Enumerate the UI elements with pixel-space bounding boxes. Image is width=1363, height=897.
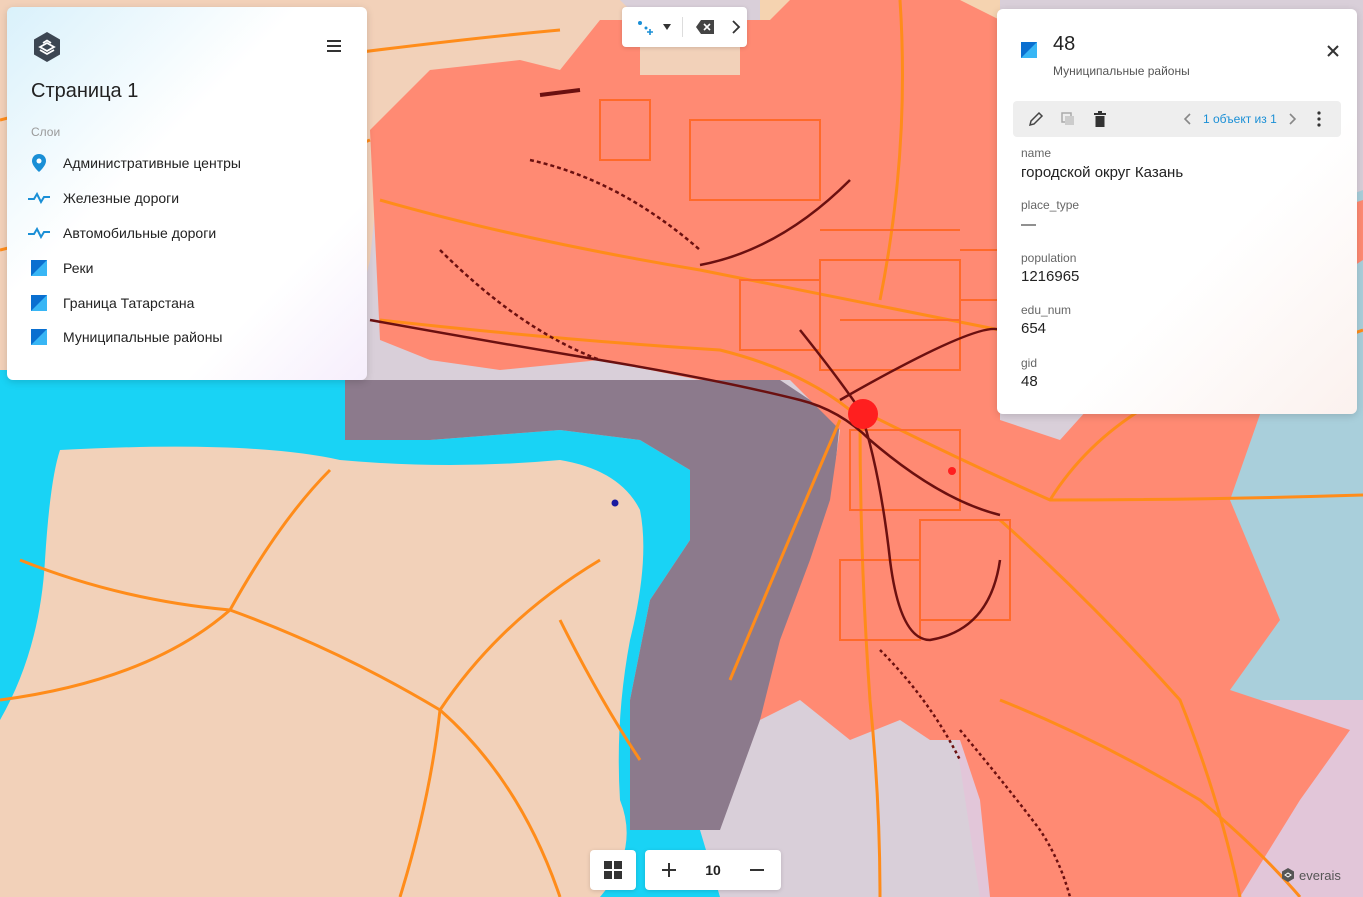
- layers-caption: Слои: [31, 125, 61, 139]
- attribute-value: 654: [1021, 320, 1047, 337]
- attribute-key: gid: [1021, 356, 1038, 370]
- admin-center-small[interactable]: [948, 467, 956, 475]
- zoom-control: 10: [645, 850, 781, 890]
- grid-view-button[interactable]: [590, 850, 636, 890]
- attribute-value: —: [1021, 216, 1036, 233]
- hamburger-icon[interactable]: [325, 35, 345, 57]
- feature-id: 48: [1053, 33, 1076, 55]
- land-region-southwest: [0, 446, 644, 897]
- admin-center-kazan[interactable]: [848, 399, 878, 429]
- layer-item-roads[interactable]: Автомобильные дороги: [25, 218, 355, 248]
- layer-label: Муниципальные районы: [63, 329, 223, 345]
- chevron-right-icon[interactable]: [726, 7, 746, 47]
- brand-name: everais: [1299, 867, 1341, 883]
- polyline-icon: [25, 223, 53, 243]
- pager-text: 1 объект из 1: [1203, 112, 1277, 126]
- polygon-swatch-icon: [25, 327, 53, 347]
- layers-panel: Страница 1 Слои Административные центры …: [7, 7, 367, 380]
- add-point-icon[interactable]: [630, 7, 660, 47]
- attribute-key: name: [1021, 146, 1052, 160]
- polygon-swatch-icon: [25, 293, 53, 313]
- layer-label: Реки: [63, 260, 94, 276]
- chevron-right-icon[interactable]: [1283, 101, 1303, 137]
- polygon-swatch-icon: [25, 258, 53, 278]
- caret-down-icon[interactable]: [658, 7, 676, 47]
- zoom-out-button[interactable]: [735, 850, 779, 890]
- zoom-level: 10: [705, 862, 721, 878]
- zoom-in-button[interactable]: [647, 850, 691, 890]
- attribute-key: place_type: [1021, 198, 1080, 212]
- layers-logo-icon[interactable]: [31, 31, 63, 63]
- attribute-value: 1216965: [1021, 268, 1080, 285]
- attribute-value: городской округ Казань: [1021, 164, 1184, 181]
- attribute-key: edu_num: [1021, 303, 1072, 317]
- layer-item-rivers[interactable]: Реки: [25, 253, 355, 283]
- more-vertical-icon[interactable]: [1309, 101, 1329, 137]
- chevron-left-icon[interactable]: [1177, 101, 1197, 137]
- admin-center-zelenodolsk[interactable]: [611, 499, 619, 507]
- layer-item-municipal-districts[interactable]: Муниципальные районы: [25, 322, 355, 352]
- toolbar-divider: [682, 17, 683, 37]
- plus-icon: [662, 863, 676, 877]
- backspace-icon[interactable]: [690, 7, 720, 47]
- feature-layer-name: Муниципальные районы: [1053, 64, 1190, 78]
- layer-label: Граница Татарстана: [63, 295, 195, 311]
- map-pin-icon: [25, 153, 53, 173]
- page-title: Страница 1: [31, 80, 139, 102]
- trash-icon[interactable]: [1087, 101, 1113, 137]
- attribute-key: population: [1021, 251, 1077, 265]
- edit-pencil-icon[interactable]: [1023, 101, 1049, 137]
- close-icon[interactable]: [1323, 41, 1343, 61]
- feature-info-panel: 48 Муниципальные районы 1 объект из 1 na…: [997, 9, 1357, 414]
- layer-item-tatarstan-border[interactable]: Граница Татарстана: [25, 288, 355, 318]
- feature-actions-toolbar: 1 объект из 1: [1013, 101, 1341, 137]
- draw-toolbar: [622, 7, 747, 47]
- polygon-swatch-icon: [1021, 42, 1037, 58]
- layer-label: Административные центры: [63, 155, 241, 171]
- brand-mark-icon: [1282, 868, 1294, 882]
- polyline-icon: [25, 188, 53, 208]
- layer-item-admin-centers[interactable]: Административные центры: [25, 148, 355, 178]
- layer-item-railways[interactable]: Железные дороги: [25, 183, 355, 213]
- grid-icon: [604, 861, 622, 879]
- layer-label: Автомобильные дороги: [63, 225, 217, 241]
- copy-icon[interactable]: [1055, 101, 1081, 137]
- brand-logo: everais: [1281, 866, 1341, 884]
- attribute-value: 48: [1021, 373, 1038, 390]
- layer-label: Железные дороги: [63, 190, 180, 206]
- minus-icon: [750, 869, 764, 871]
